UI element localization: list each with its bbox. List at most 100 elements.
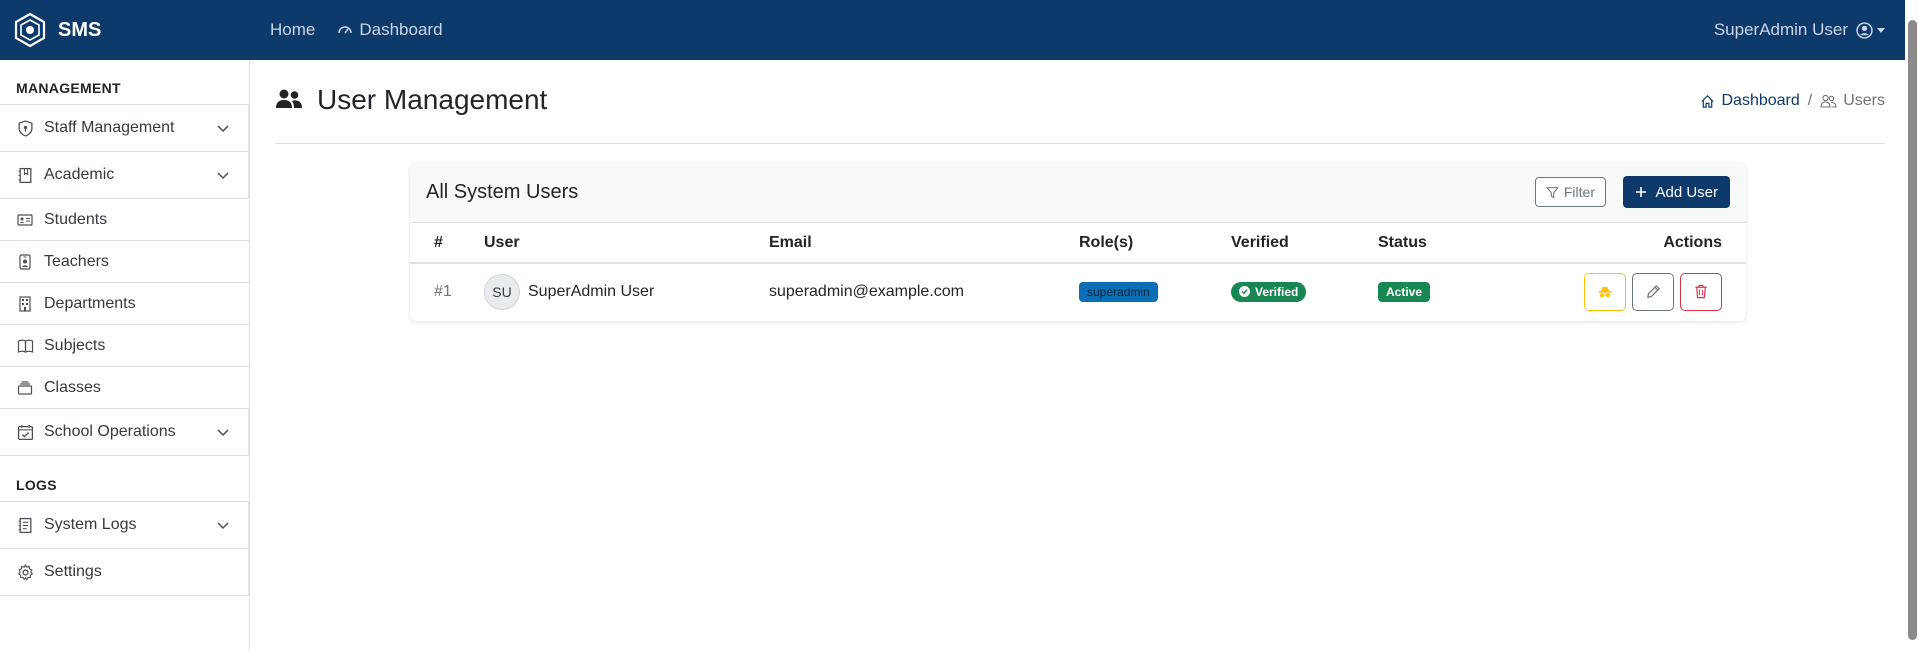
person-badge-icon xyxy=(16,253,34,271)
sidebar-item-system-logs[interactable]: System Logs xyxy=(0,501,249,549)
sidebar-item-label: Teachers xyxy=(44,252,109,270)
page-title: User Management xyxy=(275,84,547,116)
breadcrumb-current: Users xyxy=(1820,92,1885,110)
top-nav: Home Dashboard xyxy=(270,20,465,40)
sidebar-item-label: Subjects xyxy=(44,336,106,354)
scrollbar-track[interactable] xyxy=(1905,0,1919,651)
user-menu-name: SuperAdmin User xyxy=(1713,20,1848,39)
sidebar-item-label: School Operations xyxy=(44,423,176,440)
chevron-down-icon xyxy=(217,172,229,180)
sidebar-item-label: Staff Management xyxy=(44,119,175,136)
sidebar-item-academic[interactable]: Academic xyxy=(0,151,249,199)
sidebar: MANAGEMENT Staff Management Academic Stu… xyxy=(0,60,250,651)
sidebar-item-school-operations[interactable]: School Operations xyxy=(0,408,249,456)
nav-dashboard-label: Dashboard xyxy=(359,20,443,39)
filter-button[interactable]: Filter xyxy=(1534,177,1606,207)
page-header: User Management Dashboard / Users xyxy=(275,84,1885,144)
calendar-check-icon xyxy=(16,423,34,441)
role-badge: superadmin xyxy=(1079,281,1158,302)
gear-icon xyxy=(16,563,34,581)
sidebar-item-departments[interactable]: Departments xyxy=(0,282,249,324)
top-navbar: SMS Home Dashboard SuperAdmin User xyxy=(0,0,1919,60)
check-circle-icon xyxy=(1239,286,1250,297)
book-icon xyxy=(16,337,34,355)
impersonate-button[interactable] xyxy=(1584,272,1626,311)
speedometer-icon xyxy=(338,26,353,34)
sidebar-heading-management: MANAGEMENT xyxy=(16,80,121,96)
house-icon xyxy=(1701,94,1715,108)
collection-icon xyxy=(16,379,34,397)
row-number: #1 xyxy=(434,282,452,300)
pencil-icon xyxy=(1646,285,1660,298)
sidebar-item-staff-management[interactable]: Staff Management xyxy=(0,104,249,152)
sidebar-item-label: Settings xyxy=(44,563,102,580)
breadcrumb-dashboard-link[interactable]: Dashboard xyxy=(1700,92,1800,110)
breadcrumb-dashboard-label: Dashboard xyxy=(1721,92,1800,109)
sidebar-item-label: Departments xyxy=(44,294,136,312)
caret-down-icon xyxy=(1877,27,1885,33)
sidebar-item-students[interactable]: Students xyxy=(0,198,249,240)
person-circle-icon xyxy=(1856,21,1873,39)
chevron-down-icon xyxy=(217,125,229,133)
nav-home-link[interactable]: Home xyxy=(270,20,315,40)
column-header-number[interactable]: # xyxy=(410,223,472,264)
verified-badge: Verified xyxy=(1231,281,1307,302)
breadcrumb-separator: / xyxy=(1807,92,1813,109)
chevron-down-icon xyxy=(217,429,229,437)
scrollbar-thumb[interactable] xyxy=(1908,20,1917,640)
breadcrumb: Dashboard / Users xyxy=(1700,92,1885,110)
sidebar-item-label: Students xyxy=(44,210,108,228)
table-row: #1 SU SuperAdmin User superadmin@example… xyxy=(410,263,1746,319)
add-user-button[interactable]: Add User xyxy=(1623,176,1730,208)
column-header-email[interactable]: Email xyxy=(757,223,1067,264)
users-card: All System Users Filter Add User # User … xyxy=(410,163,1746,321)
breadcrumb-current-label: Users xyxy=(1843,92,1885,109)
brand-logo-icon xyxy=(14,12,46,48)
card-title: All System Users xyxy=(426,181,579,203)
column-header-verified[interactable]: Verified xyxy=(1219,223,1366,264)
column-header-roles[interactable]: Role(s) xyxy=(1067,223,1219,264)
filter-button-label: Filter xyxy=(1563,184,1595,200)
incognito-icon xyxy=(1598,286,1612,297)
sidebar-item-label: Academic xyxy=(44,166,115,183)
row-verified-cell: Verified xyxy=(1219,263,1366,319)
sidebar-item-settings[interactable]: Settings xyxy=(0,548,249,596)
users-table: # User Email Role(s) Verified Status Act… xyxy=(410,223,1746,319)
brand[interactable]: SMS xyxy=(0,12,250,48)
user-menu-toggle[interactable]: SuperAdmin User xyxy=(1714,0,1885,60)
card-header: All System Users Filter Add User xyxy=(410,163,1746,223)
row-role-cell: superadmin xyxy=(1067,263,1219,319)
delete-button[interactable] xyxy=(1680,272,1722,311)
chevron-down-icon xyxy=(217,522,229,530)
building-icon xyxy=(16,295,34,313)
brand-name: SMS xyxy=(58,18,102,41)
add-user-button-label: Add User xyxy=(1655,183,1718,201)
plus-icon xyxy=(1636,187,1647,197)
status-badge: Active xyxy=(1378,281,1431,302)
people-icon xyxy=(1820,94,1837,108)
column-header-status[interactable]: Status xyxy=(1366,223,1566,264)
sidebar-item-label: System Logs xyxy=(44,516,137,533)
edit-button[interactable] xyxy=(1632,272,1674,311)
nav-dashboard-link[interactable]: Dashboard xyxy=(337,20,443,40)
sidebar-item-subjects[interactable]: Subjects xyxy=(0,324,249,366)
sidebar-item-label: Classes xyxy=(44,378,101,396)
row-user-cell: SU SuperAdmin User xyxy=(472,263,757,319)
page-title-text: User Management xyxy=(317,84,548,115)
trash-icon xyxy=(1695,284,1707,299)
main-content: User Management Dashboard / Users All Sy… xyxy=(251,60,1905,651)
column-header-user[interactable]: User xyxy=(472,223,757,264)
row-status-cell: Active xyxy=(1366,263,1566,319)
journal-text-icon xyxy=(16,516,34,534)
journal-bookmark-icon xyxy=(16,166,34,184)
funnel-icon xyxy=(1546,186,1559,198)
user-name: SuperAdmin User xyxy=(528,282,655,300)
user-email: superadmin@example.com xyxy=(769,282,964,300)
sidebar-item-classes[interactable]: Classes xyxy=(0,366,249,408)
verified-badge-label: Verified xyxy=(1255,284,1299,299)
avatar: SU xyxy=(484,273,520,310)
row-actions-cell xyxy=(1566,263,1746,319)
person-vcard-icon xyxy=(16,211,34,229)
sidebar-item-teachers[interactable]: Teachers xyxy=(0,240,249,282)
column-header-actions: Actions xyxy=(1566,223,1746,264)
